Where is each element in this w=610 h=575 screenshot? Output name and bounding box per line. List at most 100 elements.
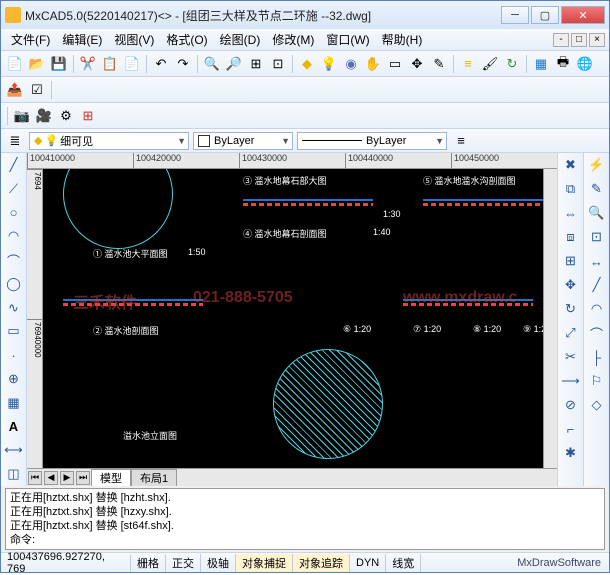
- move-icon[interactable]: ✥: [407, 54, 427, 74]
- menu-modify[interactable]: 修改(M): [266, 29, 320, 50]
- trim-icon[interactable]: ✂: [561, 347, 581, 367]
- layer-manager-icon[interactable]: ≣: [5, 131, 25, 151]
- menu-edit[interactable]: 编辑(E): [56, 29, 108, 50]
- arc3-icon[interactable]: ◠: [587, 299, 607, 319]
- undo-icon[interactable]: ↶: [151, 54, 171, 74]
- video-icon[interactable]: 🎥: [34, 106, 54, 126]
- text-icon[interactable]: A: [4, 417, 24, 437]
- layer-icon[interactable]: ◆: [297, 54, 317, 74]
- menu-view[interactable]: 视图(V): [108, 29, 160, 50]
- minimize-button[interactable]: ─: [501, 6, 529, 24]
- checkbox-icon[interactable]: ☑: [27, 80, 47, 100]
- explode-icon[interactable]: ✱: [561, 443, 581, 463]
- hatch-icon[interactable]: ▦: [4, 393, 24, 413]
- copy-icon[interactable]: 📋: [100, 54, 120, 74]
- status-osnap[interactable]: 对象捕捉: [236, 554, 293, 572]
- align-icon[interactable]: ⊡: [587, 227, 607, 247]
- print-icon[interactable]: 🖶: [553, 54, 573, 74]
- scale-icon[interactable]: ⤢: [561, 323, 581, 343]
- spline-icon[interactable]: ∿: [4, 298, 24, 318]
- erase-icon[interactable]: ✖: [561, 155, 581, 175]
- match-icon[interactable]: ✎: [587, 179, 607, 199]
- tab-first-icon[interactable]: ⏮: [28, 471, 42, 485]
- grid-icon[interactable]: ⊞: [78, 106, 98, 126]
- cut-icon[interactable]: ✂️: [78, 54, 98, 74]
- ellipse-icon[interactable]: ◯: [4, 274, 24, 294]
- dimension-icon[interactable]: ⟷: [4, 440, 24, 460]
- arc4-icon[interactable]: ⌒: [587, 323, 607, 343]
- rotate-icon[interactable]: ↻: [561, 299, 581, 319]
- settings-icon[interactable]: ⚙: [56, 106, 76, 126]
- linetype-manager-icon[interactable]: ≡: [451, 131, 471, 151]
- menu-window[interactable]: 窗口(W): [320, 29, 375, 50]
- zoom2-icon[interactable]: 🔍: [587, 203, 607, 223]
- command-window[interactable]: 正在用[hztxt.shx] 替换 [hzht.shx]. 正在用[hztxt.…: [5, 488, 605, 550]
- dim-icon[interactable]: ├: [587, 347, 607, 367]
- lines-icon[interactable]: ≡: [458, 54, 478, 74]
- diamond-icon[interactable]: ◇: [587, 395, 607, 415]
- save-icon[interactable]: 💾: [49, 54, 69, 74]
- maximize-button[interactable]: ▢: [531, 6, 559, 24]
- zoom-in-icon[interactable]: 🔍: [202, 54, 222, 74]
- tab-next-icon[interactable]: ▶: [60, 471, 74, 485]
- ruler-vertical[interactable]: 7694 76940000: [27, 169, 43, 468]
- zoom-window-icon[interactable]: ⊞: [246, 54, 266, 74]
- titlebar[interactable]: MxCAD5.0(5220140217)<> - [组团三大样及节点二环施 --…: [1, 1, 609, 29]
- circle-icon[interactable]: ○: [4, 203, 24, 223]
- status-snap[interactable]: 栅格: [131, 554, 166, 572]
- color-icon[interactable]: ◉: [341, 54, 361, 74]
- arc2-icon[interactable]: ⌒: [4, 250, 24, 270]
- break-icon[interactable]: ⊘: [561, 395, 581, 415]
- point-icon[interactable]: ·: [4, 345, 24, 365]
- color-dropdown[interactable]: ByLayer ▼: [193, 132, 293, 150]
- camera-icon[interactable]: 📷: [12, 106, 32, 126]
- block-icon[interactable]: ▦: [531, 54, 551, 74]
- polyline-icon[interactable]: ⟋: [4, 179, 24, 199]
- export-icon[interactable]: 📤: [5, 80, 25, 100]
- fillet-icon[interactable]: ⌐: [561, 419, 581, 439]
- edit-icon[interactable]: ✎: [429, 54, 449, 74]
- redo-icon[interactable]: ↷: [173, 54, 193, 74]
- line-icon[interactable]: ╱: [4, 155, 24, 175]
- status-dyn[interactable]: DYN: [350, 554, 386, 572]
- ruler-horizontal[interactable]: 100410000 100420000 100430000 100440000 …: [27, 153, 557, 169]
- offset-icon[interactable]: ⧈: [561, 227, 581, 247]
- extend-icon[interactable]: ⟶: [561, 371, 581, 391]
- brush-icon[interactable]: 🖌: [480, 54, 500, 74]
- status-ortho[interactable]: 正交: [166, 554, 201, 572]
- close-button[interactable]: ✕: [561, 6, 605, 24]
- menu-file[interactable]: 文件(F): [5, 29, 56, 50]
- status-otrack[interactable]: 对象追踪: [293, 554, 350, 572]
- menu-format[interactable]: 格式(O): [160, 29, 213, 50]
- lightbulb-icon[interactable]: 💡: [319, 54, 339, 74]
- status-lwt[interactable]: 线宽: [386, 554, 421, 572]
- move2-icon[interactable]: ✥: [561, 275, 581, 295]
- select-icon[interactable]: ▭: [385, 54, 405, 74]
- arc-icon[interactable]: ◠: [4, 226, 24, 246]
- tab-layout1[interactable]: 布局1: [131, 469, 177, 486]
- zoom-extents-icon[interactable]: ⊡: [268, 54, 288, 74]
- open-icon[interactable]: 📂: [27, 54, 47, 74]
- tab-prev-icon[interactable]: ◀: [44, 471, 58, 485]
- layer-dropdown[interactable]: ◆ 💡 细可见 ▼: [29, 132, 189, 150]
- mirror-icon[interactable]: ⇔: [561, 203, 581, 223]
- status-polar[interactable]: 极轴: [201, 554, 236, 572]
- tab-last-icon[interactable]: ⏭: [76, 471, 90, 485]
- scrollbar-horizontal[interactable]: [181, 471, 557, 485]
- array-icon[interactable]: ⊞: [561, 251, 581, 271]
- mdi-close[interactable]: ×: [589, 33, 605, 47]
- chamfer-icon[interactable]: ╱: [587, 275, 607, 295]
- mdi-restore[interactable]: □: [571, 33, 587, 47]
- new-icon[interactable]: 📄: [5, 54, 25, 74]
- insert-icon[interactable]: ⊕: [4, 369, 24, 389]
- drawing-canvas[interactable]: ③ 滥水地幕石部大图 1:30 ⑤ 滥水地滥水沟剖面图 ④ 滥水地幕石剖面图 1…: [43, 169, 543, 468]
- mdi-minimize[interactable]: -: [553, 33, 569, 47]
- copy2-icon[interactable]: ⧉: [561, 179, 581, 199]
- menu-draw[interactable]: 绘图(D): [214, 29, 267, 50]
- block-make-icon[interactable]: ◫: [4, 464, 24, 484]
- refresh-icon[interactable]: ↻: [502, 54, 522, 74]
- scrollbar-vertical[interactable]: [543, 169, 557, 468]
- tab-model[interactable]: 模型: [91, 469, 131, 486]
- paste-icon[interactable]: 📄: [122, 54, 142, 74]
- globe-icon[interactable]: 🌐: [575, 54, 595, 74]
